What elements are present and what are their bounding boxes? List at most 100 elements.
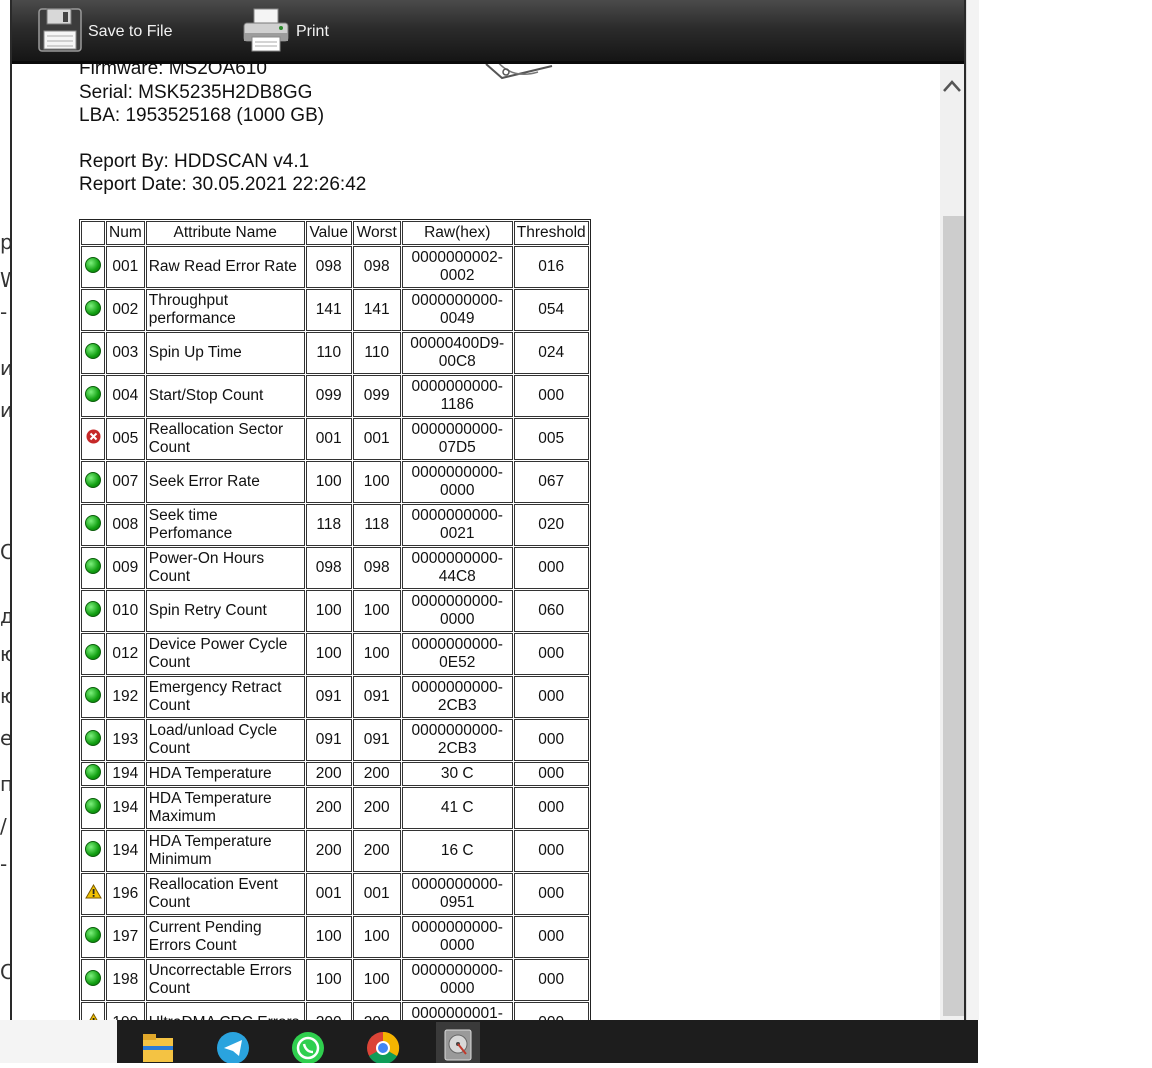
cell-num: 008 [106, 504, 145, 546]
header-status [81, 221, 105, 245]
printer-icon [242, 7, 290, 58]
cell-name: Current Pending Errors Count [145, 916, 305, 958]
cell-worst: 100 [352, 590, 401, 632]
file-explorer-icon[interactable] [141, 1028, 175, 1063]
header-num: Num [106, 221, 145, 245]
table-row: 010 Spin Retry Count 100 100 0000000000- 0000… [81, 590, 589, 632]
floppy-disk-icon [38, 7, 82, 58]
cell-raw: 0000000000- 0049 [401, 289, 513, 331]
cell-name: Uncorrectable Errors Count [145, 959, 305, 1001]
header-raw-hex: Raw(hex) [401, 221, 513, 245]
status-ok-icon [85, 514, 101, 531]
status-cell [81, 719, 105, 761]
status-cell [81, 787, 105, 829]
cell-name: Reallocation Event Count [145, 873, 305, 915]
cell-raw: 0000000000- 0E52 [401, 633, 513, 675]
cell-raw: 0000000000- 2CB3 [401, 676, 513, 718]
header-attribute-name: Attribute Name [145, 221, 305, 245]
cell-raw: 0000000000- 07D5 [401, 418, 513, 460]
report-window: Save to File Print Firmware: MS2OA610 Se… [10, 0, 966, 1020]
cell-value: 110 [305, 332, 352, 374]
status-cell [81, 959, 105, 1001]
table-row: 005 Reallocation Sector Count 001 001 000000… [81, 418, 589, 460]
table-header-row: Num Attribute Name Value Worst Raw(hex) … [81, 221, 589, 245]
background-letter: - [0, 852, 8, 876]
cell-value: 100 [305, 590, 352, 632]
save-to-file-button[interactable]: Save to File [38, 7, 172, 58]
scroll-up-icon[interactable] [940, 72, 964, 102]
cell-worst: 100 [352, 916, 401, 958]
cell-threshold: 067 [513, 461, 589, 503]
report-content: Firmware: MS2OA610 Serial: MSK5235H2DB8G… [12, 64, 940, 1020]
table-row: 194 HDA Temperature 200 200 30 C 000 [81, 762, 589, 786]
status-cell [81, 289, 105, 331]
whatsapp-icon[interactable] [291, 1028, 325, 1064]
status-ok-icon [85, 557, 101, 574]
cell-threshold: 016 [513, 246, 589, 288]
cell-threshold: 000 [513, 375, 589, 417]
status-cell [81, 1002, 105, 1020]
header-threshold: Threshold [513, 221, 589, 245]
table-row: 012 Device Power Cycle Count 100 100 0000000… [81, 633, 589, 675]
cell-name: Reallocation Sector Count [145, 418, 305, 460]
cell-name: HDA Temperature Maximum [145, 787, 305, 829]
cell-threshold: 000 [513, 762, 589, 786]
cell-value: 098 [305, 547, 352, 589]
cell-value: 001 [305, 873, 352, 915]
cell-raw: 0000000000- 0000 [401, 590, 513, 632]
cell-worst: 200 [352, 1002, 401, 1020]
cell-raw: 41 C [401, 787, 513, 829]
print-button[interactable]: Print [242, 8, 329, 56]
cell-worst: 110 [352, 332, 401, 374]
hddscan-icon[interactable] [436, 1022, 480, 1063]
cell-worst: 091 [352, 719, 401, 761]
status-error-icon [86, 429, 101, 448]
status-cell [81, 676, 105, 718]
cell-name: Throughput performance [145, 289, 305, 331]
firmware-text: Firmware: MS2OA610 [79, 64, 267, 79]
cell-name: Seek time Perfomance [145, 504, 305, 546]
status-ok-icon [85, 926, 101, 943]
cell-worst: 200 [352, 787, 401, 829]
cell-num: 004 [106, 375, 145, 417]
telegram-icon[interactable] [216, 1028, 250, 1064]
cell-value: 200 [305, 830, 352, 872]
cell-value: 091 [305, 676, 352, 718]
table-row: 194 HDA Temperature Minimum 200 200 16 C 000 [81, 830, 589, 872]
cell-name: HDA Temperature Minimum [145, 830, 305, 872]
cell-value: 118 [305, 504, 352, 546]
cell-name: Spin Retry Count [145, 590, 305, 632]
status-cell [81, 375, 105, 417]
cell-threshold: 024 [513, 332, 589, 374]
table-row: 199UltraDMA CRC Errors2002000000000001-1… [81, 1002, 589, 1020]
cell-num: 196 [106, 873, 145, 915]
cell-num: 199 [106, 1002, 145, 1020]
table-row: 192 Emergency Retract Count 091 091 00000000… [81, 676, 589, 718]
cell-worst: 141 [352, 289, 401, 331]
cell-worst: 100 [352, 461, 401, 503]
chrome-icon[interactable] [366, 1028, 400, 1065]
cell-name: HDA Temperature [145, 762, 305, 786]
status-ok-icon [85, 840, 101, 857]
cell-raw: 0000000002- 0002 [401, 246, 513, 288]
cell-threshold: 000 [513, 916, 589, 958]
status-ok-icon [85, 256, 101, 273]
background-browser-edge [966, 0, 979, 1020]
cell-threshold: 054 [513, 289, 589, 331]
table-row: 198 Uncorrectable Errors Count 100 100 00000… [81, 959, 589, 1001]
vertical-scrollbar[interactable] [940, 64, 964, 1020]
scrollbar-thumb[interactable] [943, 216, 964, 1016]
header-value: Value [305, 221, 352, 245]
status-ok-icon [85, 763, 101, 780]
cell-raw: 0000000001-122D [401, 1002, 513, 1020]
status-ok-icon [85, 729, 101, 746]
status-ok-icon [85, 385, 101, 402]
status-cell [81, 547, 105, 589]
cell-raw: 0000000000- 0000 [401, 916, 513, 958]
cell-num: 198 [106, 959, 145, 1001]
status-ok-icon [85, 969, 101, 986]
cell-worst: 099 [352, 375, 401, 417]
status-cell [81, 873, 105, 915]
cell-threshold: 000 [513, 873, 589, 915]
cell-raw: 0000000000- 44C8 [401, 547, 513, 589]
